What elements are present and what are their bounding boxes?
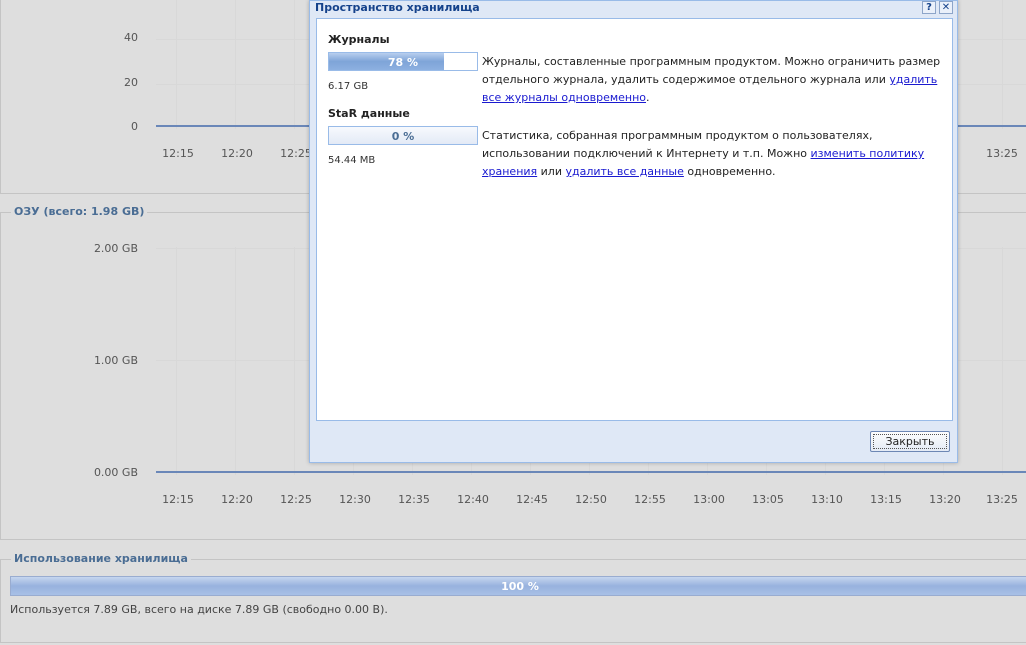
star-title: StaR данные bbox=[328, 107, 410, 120]
star-size: 54.44 MB bbox=[328, 155, 376, 166]
x-tick: 13:00 bbox=[693, 493, 725, 506]
y-tick: 20 bbox=[124, 76, 138, 89]
x-tick: 12:20 bbox=[221, 493, 253, 506]
y-tick: 0 bbox=[131, 120, 138, 133]
dialog-body: Журналы 78 % 6.17 GB Журналы, составленн… bbox=[316, 18, 953, 421]
x-tick: 13:25 bbox=[986, 493, 1018, 506]
x-tick: 13:20 bbox=[929, 493, 961, 506]
y-tick: 40 bbox=[124, 31, 138, 44]
delete-all-data-link[interactable]: удалить все данные bbox=[565, 165, 683, 178]
logs-title: Журналы bbox=[328, 33, 390, 46]
x-tick: 12:15 bbox=[162, 147, 194, 160]
logs-size: 6.17 GB bbox=[328, 81, 369, 92]
storage-usage-bar: 100 % bbox=[10, 576, 1026, 596]
logs-progress-label: 78 % bbox=[387, 56, 419, 69]
x-tick: 12:15 bbox=[162, 493, 194, 506]
x-tick: 12:55 bbox=[634, 493, 666, 506]
dialog-title: Пространство хранилища bbox=[315, 1, 480, 14]
close-button[interactable]: Закрыть bbox=[870, 431, 950, 452]
storage-usage-percent: 100 % bbox=[501, 580, 539, 593]
y-tick: 0.00 GB bbox=[93, 466, 138, 479]
x-tick: 12:45 bbox=[516, 493, 548, 506]
storage-panel-legend: Использование хранилища bbox=[11, 552, 191, 565]
storage-space-dialog: Пространство хранилища ? ✕ Журналы 78 % … bbox=[309, 0, 958, 463]
help-icon[interactable]: ? bbox=[922, 1, 936, 14]
x-tick: 12:50 bbox=[575, 493, 607, 506]
x-tick: 12:40 bbox=[457, 493, 489, 506]
storage-usage-info: Используется 7.89 GB, всего на диске 7.8… bbox=[10, 603, 388, 616]
star-progress-label: 0 % bbox=[391, 130, 415, 143]
series-line bbox=[156, 471, 1026, 473]
x-tick: 13:25 bbox=[986, 147, 1018, 160]
x-tick: 12:30 bbox=[339, 493, 371, 506]
x-tick: 12:35 bbox=[398, 493, 430, 506]
star-progress-bar: 0 % bbox=[328, 126, 478, 145]
logs-progress-bar: 78 % bbox=[328, 52, 478, 71]
storage-panel: Использование хранилища bbox=[0, 552, 1026, 643]
star-description: Статистика, собранная программным продук… bbox=[482, 129, 925, 178]
y-tick: 1.00 GB bbox=[93, 354, 138, 367]
x-tick: 12:25 bbox=[280, 493, 312, 506]
x-tick: 12:20 bbox=[221, 147, 253, 160]
ram-panel-legend: ОЗУ (всего: 1.98 GB) bbox=[11, 205, 148, 218]
x-tick: 13:15 bbox=[870, 493, 902, 506]
logs-description: Журналы, составленные программным продук… bbox=[482, 55, 941, 104]
close-icon[interactable]: ✕ bbox=[939, 1, 953, 14]
y-tick: 2.00 GB bbox=[93, 242, 138, 255]
x-tick: 13:05 bbox=[752, 493, 784, 506]
x-tick: 13:10 bbox=[811, 493, 843, 506]
